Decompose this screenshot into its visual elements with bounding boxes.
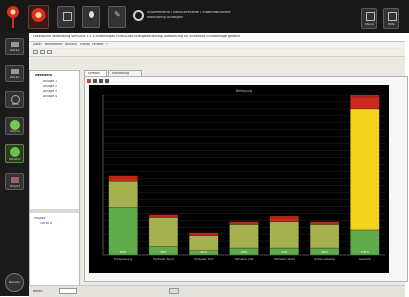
bar-segment[interactable] — [269, 221, 299, 249]
tree-root[interactable]: Netzwerk — [35, 74, 79, 78]
top-bar: ✎ Systemname / Benutzername / Inbetriebn… — [0, 0, 409, 33]
bar-segment[interactable] — [108, 207, 138, 256]
bar-segment[interactable] — [229, 224, 259, 249]
bar-segment[interactable] — [309, 224, 340, 249]
toolbar-button-3[interactable]: Netz — [5, 91, 24, 108]
status-button[interactable] — [169, 288, 179, 294]
monitor-icon — [10, 147, 20, 157]
save-icon[interactable] — [47, 50, 52, 54]
menu-button-label: Menü — [365, 23, 374, 26]
export-icon — [11, 177, 19, 183]
menu-item-extras[interactable]: Extras — [80, 43, 90, 47]
edit-button[interactable]: ✎ — [108, 6, 126, 28]
top-title-line2: Monitoring Anzeigen — [147, 16, 183, 19]
menu-bar: Datei Bearbeiten Ansicht Extras Fenster … — [29, 42, 405, 48]
toolbar-button-6[interactable]: Export — [5, 173, 24, 190]
status-ring-icon — [133, 10, 144, 21]
status-field — [59, 288, 77, 294]
chart-tool-icon[interactable] — [87, 79, 91, 83]
bar-segment[interactable] — [148, 217, 179, 247]
exit-button[interactable]: Beenden — [5, 273, 24, 292]
open-icon[interactable] — [40, 50, 45, 54]
pencil-icon: ✎ — [114, 10, 121, 19]
bar-value-label: 59% — [120, 250, 127, 254]
tree-item[interactable]: Anlage 3 — [43, 90, 79, 94]
toolbar-button-1[interactable]: Werkz. — [5, 38, 24, 55]
exit-button-label: Beenden — [8, 281, 21, 284]
bulb-icon — [89, 11, 94, 18]
app-window: Lebenslinie Verbindung VERSION 1.2.5 Änd… — [29, 33, 408, 297]
window-title: Lebenslinie Verbindung VERSION 1.2.5 Änd… — [33, 35, 240, 38]
chart-tool-icon[interactable] — [93, 79, 97, 83]
chart-toolbar — [87, 79, 287, 84]
bar-value-label: 100% — [361, 250, 370, 254]
tree-lower-item[interactable]: Gerät A — [40, 222, 78, 226]
bar-segment[interactable] — [350, 108, 380, 231]
online-icon — [10, 120, 20, 130]
bar-value-label: 35% — [160, 250, 167, 254]
status-text: Bereit — [33, 290, 43, 293]
chart-title: Belegung — [236, 89, 253, 93]
x-tick-label: Verteiler Nord — [153, 257, 174, 261]
new-icon[interactable] — [33, 50, 38, 54]
toolbar-button-3-label: Netz — [11, 103, 19, 106]
bar-chart: Belegung 59% Einspeisung 35% Verteiler Nord 2… — [89, 85, 389, 273]
menu-item-edit[interactable]: Bearbeiten — [45, 43, 63, 47]
x-tick-label: Gesamt — [359, 257, 371, 261]
window-title-bar: Lebenslinie Verbindung VERSION 1.2.5 Änd… — [29, 33, 405, 42]
bar-value-label: 20% — [200, 250, 207, 254]
toolbar-button-4-label: Online — [10, 130, 20, 133]
connection-status: Systemname / Benutzername / Inbetriebnah… — [133, 10, 283, 25]
chart-panel: Belegung 59% Einspeisung 35% Verteiler Nord 2… — [84, 76, 408, 282]
help-icon — [388, 12, 397, 21]
tree-divider — [30, 209, 79, 213]
home-icon — [63, 12, 72, 21]
home-button[interactable] — [57, 6, 75, 28]
toolbar-button-5[interactable]: Monitor — [5, 144, 24, 163]
bar-segment[interactable] — [189, 235, 219, 251]
menu-icon — [366, 12, 375, 21]
menu-item-file[interactable]: Datei — [33, 43, 42, 47]
chart-tool-icon[interactable] — [105, 79, 109, 83]
bar-value-label: 28% — [241, 250, 248, 254]
menu-button[interactable]: Menü — [361, 8, 377, 29]
tools-icon — [11, 69, 19, 74]
bar-value-label: 28% — [321, 250, 328, 254]
chart-tool-icon[interactable] — [99, 79, 103, 83]
tools-icon — [11, 42, 19, 47]
left-toolbar: Werkz. Werkz. Netz Online Monitor Export… — [0, 33, 29, 296]
active-mode-button[interactable] — [28, 5, 49, 29]
toolbar-button-6-label: Export — [10, 185, 20, 188]
tree-item[interactable]: Anlage 2 — [43, 85, 79, 89]
toolbar-button-1-label: Werkz. — [9, 49, 21, 52]
menu-item-window[interactable]: Fenster — [92, 43, 104, 47]
help-button[interactable]: Hilfe — [383, 8, 399, 29]
logo — [6, 5, 20, 29]
hint-button[interactable] — [82, 6, 100, 28]
top-title-line1: Systemname / Benutzername / Inbetriebnah… — [147, 11, 231, 14]
tree-lower-item[interactable]: Projekt — [34, 217, 78, 221]
tree-item[interactable]: Anlage 1 — [43, 80, 79, 84]
icon-toolbar — [29, 49, 405, 57]
status-bar: Bereit — [29, 285, 405, 297]
menu-item-view[interactable]: Ansicht — [65, 43, 77, 47]
x-tick-label: Unterverteiler — [314, 257, 336, 261]
toolbar-button-4[interactable]: Online — [5, 117, 24, 135]
tree-item[interactable]: Anlage 4 — [43, 95, 79, 99]
toolbar-button-2-label: Werkz. — [9, 76, 21, 79]
bar-segment[interactable] — [108, 181, 138, 208]
bar-segment[interactable] — [350, 94, 380, 110]
x-tick-label: Einspeisung — [114, 257, 132, 261]
bar-value-label: 34% — [281, 250, 288, 254]
toolbar-button-2[interactable]: Werkz. — [5, 65, 24, 82]
x-tick-label: Verteiler West — [274, 257, 296, 261]
menu-item-help[interactable]: ? — [106, 43, 108, 47]
x-tick-label: Verteiler Süd — [194, 257, 213, 261]
help-button-label: Hilfe — [388, 23, 395, 26]
x-tick-label: Verteiler Ost — [235, 257, 255, 261]
tree-panel: Netzwerk Anlage 1 Anlage 2 Anlage 3 Anla… — [29, 70, 80, 290]
toolbar-button-5-label: Monitor — [9, 158, 21, 161]
